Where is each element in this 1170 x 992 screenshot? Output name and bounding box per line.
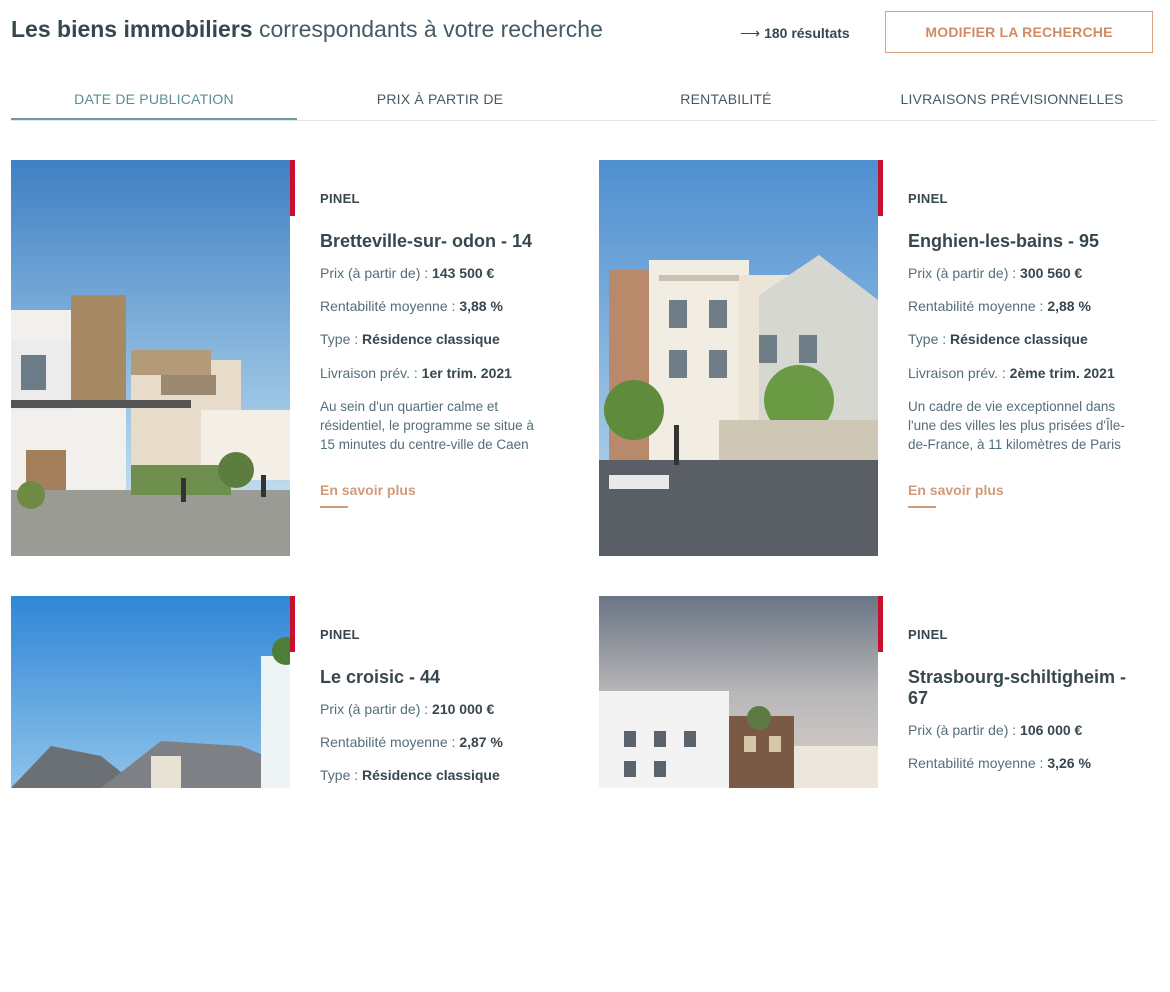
property-image[interactable] bbox=[599, 596, 878, 992]
card-category: PINEL bbox=[320, 191, 360, 206]
type-value: Résidence classique bbox=[362, 331, 500, 347]
arrow-right-icon: ⟶ bbox=[740, 25, 761, 41]
property-image[interactable] bbox=[11, 596, 290, 992]
page-title-bold: Les biens immobiliers bbox=[11, 16, 253, 42]
card-delivery: Livraison prév. : 1er trim. 2021 bbox=[320, 365, 512, 381]
yield-value: 2,87 % bbox=[459, 734, 503, 750]
card-city[interactable]: Strasbourg-schiltigheim - 67 bbox=[908, 667, 1128, 709]
type-value: Résidence classique bbox=[362, 767, 500, 783]
card-accent-bar bbox=[878, 160, 883, 216]
yield-value: 3,26 % bbox=[1047, 755, 1091, 771]
type-value: Résidence classique bbox=[950, 331, 1088, 347]
card-accent-bar bbox=[290, 596, 295, 652]
type-label: Type : bbox=[908, 331, 951, 347]
card-price: Prix (à partir de) : 210 000 € bbox=[320, 701, 494, 717]
card-accent-bar bbox=[878, 596, 883, 652]
property-card[interactable]: PINEL Strasbourg-schiltigheim - 67 Prix … bbox=[599, 596, 1159, 992]
property-image[interactable] bbox=[11, 160, 290, 556]
yield-value: 2,88 % bbox=[1047, 298, 1091, 314]
property-card[interactable]: PINEL Le croisic - 44 Prix (à partir de)… bbox=[11, 596, 571, 992]
results-count: ⟶ 180 résultats bbox=[740, 25, 850, 42]
price-label: Prix (à partir de) : bbox=[320, 265, 433, 281]
type-label: Type : bbox=[320, 331, 363, 347]
delivery-label: Livraison prév. : bbox=[320, 365, 422, 381]
card-price: Prix (à partir de) : 106 000 € bbox=[908, 722, 1082, 738]
tab-livraisons[interactable]: LIVRAISONS PRÉVISIONNELLES bbox=[869, 80, 1155, 120]
card-accent-bar bbox=[290, 160, 295, 216]
page-title-rest: correspondants à votre recherche bbox=[258, 16, 603, 42]
card-city[interactable]: Le croisic - 44 bbox=[320, 667, 540, 688]
price-value: 106 000 € bbox=[1020, 722, 1083, 738]
yield-label: Rentabilité moyenne : bbox=[908, 298, 1048, 314]
card-price: Prix (à partir de) : 143 500 € bbox=[320, 265, 494, 281]
results-header: Les biens immobiliers correspondants à v… bbox=[11, 11, 1157, 56]
property-card[interactable]: PINEL Bretteville-sur- odon - 14 Prix (à… bbox=[11, 160, 571, 556]
price-label: Prix (à partir de) : bbox=[908, 722, 1021, 738]
card-description: Un cadre de vie exceptionnel dans l'une … bbox=[908, 399, 1125, 452]
sort-tabs: DATE DE PUBLICATION PRIX À PARTIR DE REN… bbox=[11, 80, 1157, 121]
more-link[interactable]: En savoir plus bbox=[908, 482, 1004, 508]
results-count-label: 180 résultats bbox=[764, 25, 850, 41]
delivery-label: Livraison prév. : bbox=[908, 365, 1010, 381]
card-price: Prix (à partir de) : 300 560 € bbox=[908, 265, 1082, 281]
card-delivery: Livraison prév. : 2ème trim. 2021 bbox=[908, 365, 1115, 381]
page-title: Les biens immobiliers correspondants à v… bbox=[11, 16, 603, 43]
yield-label: Rentabilité moyenne : bbox=[320, 734, 460, 750]
card-category: PINEL bbox=[908, 627, 948, 642]
card-yield: Rentabilité moyenne : 2,87 % bbox=[320, 734, 503, 750]
price-label: Prix (à partir de) : bbox=[320, 701, 433, 717]
property-card[interactable]: PINEL Enghien-les-bains - 95 Prix (à par… bbox=[599, 160, 1159, 556]
card-category: PINEL bbox=[908, 191, 948, 206]
card-yield: Rentabilité moyenne : 3,26 % bbox=[908, 755, 1091, 771]
delivery-value: 1er trim. 2021 bbox=[421, 365, 512, 381]
property-image[interactable] bbox=[599, 160, 878, 556]
card-type: Type : Résidence classique bbox=[908, 331, 1088, 347]
card-yield: Rentabilité moyenne : 2,88 % bbox=[908, 298, 1091, 314]
delivery-value: 2ème trim. 2021 bbox=[1009, 365, 1115, 381]
type-label: Type : bbox=[320, 767, 363, 783]
tab-date-publication[interactable]: DATE DE PUBLICATION bbox=[11, 80, 297, 120]
more-link[interactable]: En savoir plus bbox=[320, 482, 416, 508]
price-value: 300 560 € bbox=[1020, 265, 1083, 281]
card-description: Au sein d'un quartier calme et résidenti… bbox=[320, 399, 534, 452]
tab-prix[interactable]: PRIX À PARTIR DE bbox=[297, 80, 583, 120]
price-value: 210 000 € bbox=[432, 701, 495, 717]
card-city[interactable]: Bretteville-sur- odon - 14 bbox=[320, 231, 540, 252]
yield-label: Rentabilité moyenne : bbox=[908, 755, 1048, 771]
card-city[interactable]: Enghien-les-bains - 95 bbox=[908, 231, 1128, 252]
tab-rentabilite[interactable]: RENTABILITÉ bbox=[583, 80, 869, 120]
card-type: Type : Résidence classique bbox=[320, 331, 500, 347]
yield-value: 3,88 % bbox=[459, 298, 503, 314]
card-yield: Rentabilité moyenne : 3,88 % bbox=[320, 298, 503, 314]
card-type: Type : Résidence classique bbox=[320, 767, 500, 783]
price-value: 143 500 € bbox=[432, 265, 495, 281]
modify-search-button[interactable]: MODIFIER LA RECHERCHE bbox=[885, 11, 1153, 53]
price-label: Prix (à partir de) : bbox=[908, 265, 1021, 281]
card-category: PINEL bbox=[320, 627, 360, 642]
yield-label: Rentabilité moyenne : bbox=[320, 298, 460, 314]
